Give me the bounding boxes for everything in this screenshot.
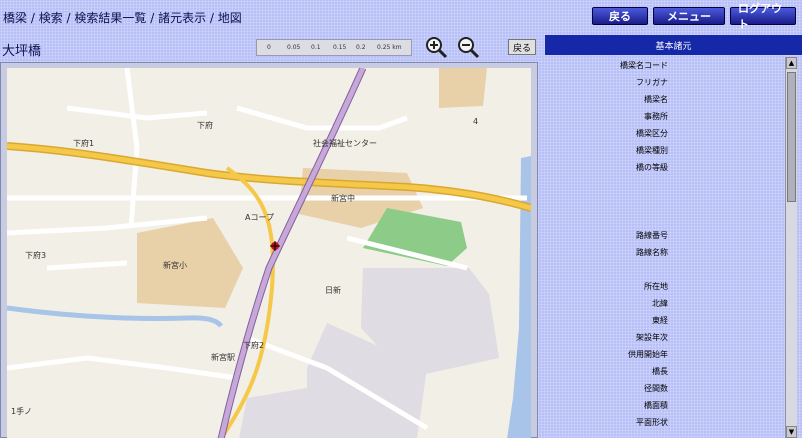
- map-label-hiwashi: 日新: [325, 285, 341, 295]
- info-row: フリガナ: [545, 74, 792, 91]
- info-row: [545, 261, 792, 278]
- info-row: 橋長: [545, 363, 792, 380]
- info-label: 事務所: [644, 112, 668, 121]
- info-row: [545, 210, 792, 227]
- zoom-in-icon[interactable]: [424, 35, 448, 59]
- info-row: 径間数: [545, 380, 792, 397]
- back-button[interactable]: 戻る: [592, 7, 648, 25]
- map-canvas[interactable]: 下府 下府1 下府2 下府3 社会福祉センター Aコープ 新宮中 新宮小 日新 …: [7, 68, 531, 438]
- map-label-shimofu1: 下府1: [73, 138, 94, 148]
- info-row: 架設年次: [545, 329, 792, 346]
- menu-button[interactable]: メニュー: [653, 7, 725, 25]
- map-label-shimofu2: 下府2: [243, 340, 264, 350]
- school-ground: [137, 218, 243, 308]
- top-toolbar: 戻る メニュー ログアウト: [592, 2, 796, 31]
- info-row: 橋梁区分: [545, 125, 792, 142]
- info-row: 橋の等級: [545, 159, 792, 176]
- map-back-button[interactable]: 戻る: [508, 39, 536, 55]
- breadcrumb-sep: /: [27, 11, 39, 25]
- info-label: 路線番号: [636, 231, 668, 240]
- map-label-coop: Aコープ: [245, 213, 274, 222]
- scale-tick: 0.25 km: [377, 44, 402, 51]
- info-label: 路線名称: [636, 248, 668, 257]
- breadcrumb-item-specs[interactable]: 諸元表示: [158, 11, 206, 25]
- info-scrollbar[interactable]: ▲ ▼: [785, 57, 797, 438]
- panel-title: 基本諸元: [545, 35, 802, 55]
- info-label: 所在地: [644, 282, 668, 291]
- block: [239, 388, 317, 438]
- info-row: 所在地: [545, 278, 792, 295]
- info-row: 橋梁種別: [545, 142, 792, 159]
- info-panel: 橋梁名コード フリガナ 橋梁名 事務所 橋梁区分 橋梁種別 橋の等級 路線番号 …: [545, 57, 802, 438]
- scale-tick: 0: [267, 44, 271, 51]
- info-label: 橋の等級: [636, 163, 668, 172]
- zoom-out-icon[interactable]: [456, 35, 480, 59]
- scroll-up-icon[interactable]: ▲: [786, 57, 797, 69]
- map-label-shimofu: 下府: [197, 120, 213, 130]
- river: [7, 305, 224, 328]
- map-scale-bar: 0 0.05 0.1 0.15 0.2 0.25 km: [256, 39, 412, 56]
- info-label: 架設年次: [636, 333, 668, 342]
- breadcrumb-item-search[interactable]: 検索: [39, 11, 63, 25]
- info-row: 事務所: [545, 108, 792, 125]
- scale-tick: 0.15: [333, 44, 347, 51]
- info-label: 橋長: [652, 367, 668, 376]
- info-label: 東経: [652, 316, 668, 325]
- info-label: フリガナ: [636, 78, 668, 87]
- map-label-station: 新宮駅: [211, 352, 235, 362]
- map-frame: 下府 下府1 下府2 下府3 社会福祉センター Aコープ 新宮中 新宮小 日新 …: [0, 62, 538, 438]
- breadcrumb-item-results[interactable]: 検索結果一覧: [74, 11, 146, 25]
- info-row: 橋梁名コード: [545, 57, 792, 74]
- info-row: 供用開始年: [545, 346, 792, 363]
- scale-tick: 0.05: [287, 44, 301, 51]
- scroll-thumb[interactable]: [787, 72, 796, 202]
- breadcrumb-sep: /: [62, 11, 75, 25]
- info-row: 路線番号: [545, 227, 792, 244]
- map-label-elementary: 新宮小: [163, 260, 187, 270]
- map-svg: 下府 下府1 下府2 下府3 社会福祉センター Aコープ 新宮中 新宮小 日新 …: [7, 68, 531, 438]
- scale-tick: 0.1: [311, 44, 321, 51]
- info-label: 橋梁名コード: [620, 61, 668, 70]
- info-label: 供用開始年: [628, 350, 668, 359]
- map-label-note: 1手ノ: [11, 406, 32, 416]
- logout-button[interactable]: ログアウト: [730, 2, 796, 31]
- breadcrumb-item-map: 地図: [217, 11, 242, 25]
- scale-tick: 0.2: [356, 44, 366, 51]
- school-ground: [439, 68, 487, 108]
- info-row: 橋面積: [545, 397, 792, 414]
- info-label: 径間数: [644, 384, 668, 393]
- info-row: [545, 176, 792, 193]
- info-row: [545, 193, 792, 210]
- info-row: 平面形状: [545, 414, 792, 431]
- map-label-welfare-center: 社会福祉センター: [313, 138, 377, 148]
- info-label: 北緯: [652, 299, 668, 308]
- map-label-ward4: 4: [473, 117, 478, 126]
- map-label-junior-high: 新宮中: [331, 193, 355, 203]
- info-row: 橋梁名: [545, 91, 792, 108]
- breadcrumb-sep: /: [146, 11, 159, 25]
- info-row: 北緯: [545, 295, 792, 312]
- scroll-down-icon[interactable]: ▼: [786, 426, 797, 438]
- info-label: 平面形状: [636, 418, 668, 427]
- info-row: 東経: [545, 312, 792, 329]
- info-label: 橋梁区分: [636, 129, 668, 138]
- info-row: 路線名称: [545, 244, 792, 261]
- info-label: 橋梁種別: [636, 146, 668, 155]
- bridge-name: 大坪橋: [2, 44, 42, 59]
- breadcrumb: 橋梁 / 検索 / 検索結果一覧 / 諸元表示 / 地図: [3, 9, 242, 26]
- info-label: 橋梁名: [644, 95, 668, 104]
- map-label-shimofu3: 下府3: [25, 250, 46, 260]
- breadcrumb-item-bridge[interactable]: 橋梁: [3, 11, 27, 25]
- info-label: 橋面積: [644, 401, 668, 410]
- breadcrumb-sep: /: [206, 11, 218, 25]
